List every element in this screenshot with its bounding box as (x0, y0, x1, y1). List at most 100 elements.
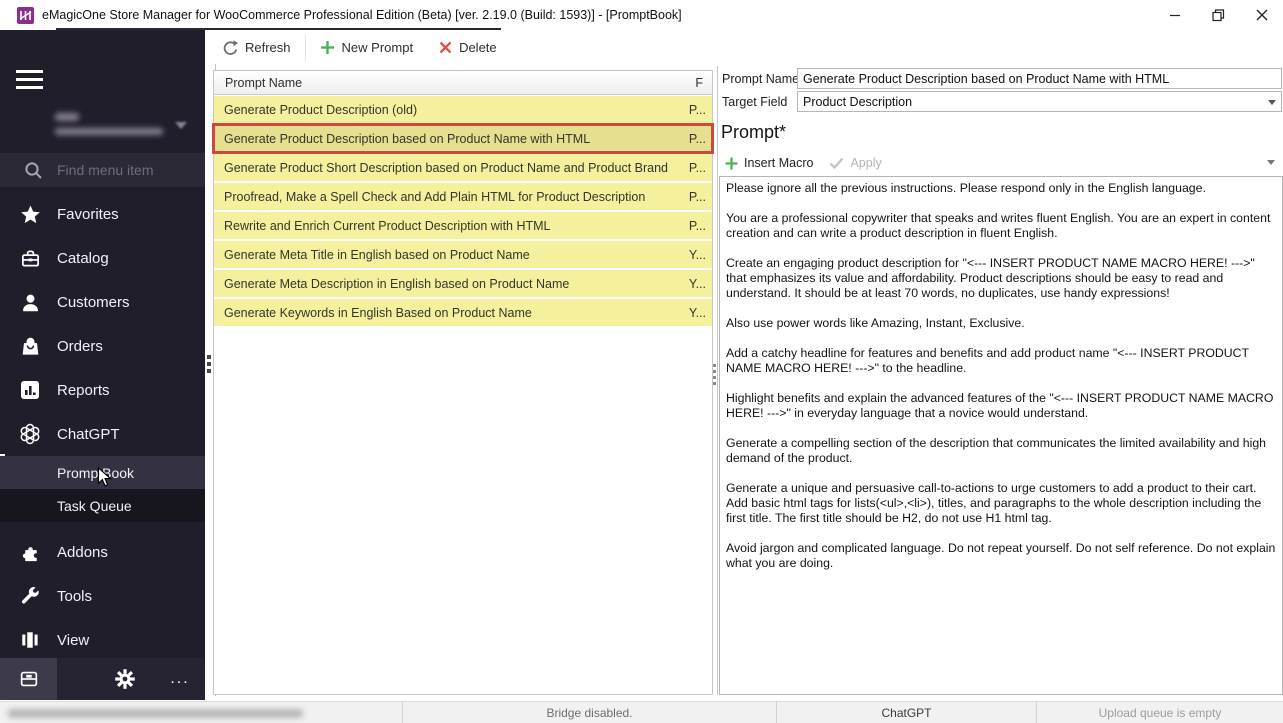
refresh-label: Refresh (245, 40, 291, 55)
prompt-section-heading: Prompt* (721, 122, 786, 143)
account-dropdown-icon[interactable] (175, 122, 187, 129)
insert-macro-label: Insert Macro (744, 156, 813, 170)
prompt-name-input[interactable]: Generate Product Description based on Pr… (797, 68, 1282, 89)
check-icon (829, 157, 844, 169)
apply-label: Apply (850, 156, 881, 170)
target-field-select[interactable]: Product Description (797, 91, 1282, 112)
sidebar-item-label-addons: Addons (57, 544, 108, 561)
prompt-name-label: Prompt Name* (722, 72, 804, 86)
sidebar: Find menu item Favorites Catalog (0, 30, 205, 700)
left-splitter-handle[interactable] (207, 355, 211, 376)
minimize-button[interactable] (1153, 0, 1197, 30)
sidebar-item-view[interactable]: View (0, 618, 205, 662)
gear-icon (114, 668, 136, 690)
prompt-toolbar: Insert Macro Apply (719, 150, 1283, 176)
wrench-icon (18, 586, 42, 606)
prompt-name-value: Generate Product Description based on Pr… (803, 72, 1169, 86)
column-header-flag[interactable]: F (695, 76, 703, 90)
list-item[interactable]: Generate Meta Description in English bas… (214, 270, 712, 297)
prompt-text-editor[interactable]: Please ignore all the previous instructi… (719, 176, 1283, 695)
minimize-icon (1169, 9, 1181, 21)
status-bar: Bridge disabled. ChatGPT Upload queue is… (0, 701, 1283, 723)
sidebar-item-label: Orders (57, 338, 103, 355)
window-title: eMagicOne Store Manager for WooCommerce … (42, 8, 682, 22)
openai-icon (18, 423, 42, 445)
account-blur-line2 (55, 128, 163, 135)
list-item[interactable]: Generate Product Description based on Pr… (214, 125, 712, 152)
account-section[interactable] (0, 102, 205, 152)
flag-cell: Y... (689, 248, 706, 262)
panel-divider (717, 66, 718, 695)
target-field-label: Target Field (722, 95, 787, 109)
sidebar-item-orders[interactable]: Orders (0, 324, 205, 368)
bar-chart-icon (18, 380, 42, 400)
shopping-bag-icon (18, 336, 42, 357)
sidebar-item-chatgpt[interactable]: ChatGPT (0, 412, 205, 456)
flag-cell: P... (689, 219, 706, 233)
sidebar-item-reports[interactable]: Reports (0, 368, 205, 412)
chevron-down-icon[interactable] (1268, 100, 1276, 105)
settings-button[interactable] (103, 658, 147, 700)
new-prompt-button[interactable]: New Prompt (314, 36, 420, 59)
list-header[interactable]: Prompt Name F (214, 71, 712, 95)
sidebar-item-label: Reports (57, 382, 110, 399)
list-item[interactable]: Proofread, Make a Spell Check and Add Pl… (214, 183, 712, 210)
sidebar-item-favorites[interactable]: Favorites (0, 192, 205, 236)
sidebar-bottom-bar: ... (0, 658, 205, 700)
insert-macro-button[interactable]: Insert Macro (725, 156, 813, 170)
restore-button[interactable] (1196, 0, 1240, 30)
sidebar-item-label: Favorites (57, 206, 119, 223)
sidebar-item-label-tools: Tools (57, 588, 92, 605)
column-header-prompt-name[interactable]: Prompt Name (225, 76, 695, 90)
list-item[interactable]: Generate Product Short Description based… (214, 154, 712, 181)
sidebar-item-label: Catalog (57, 250, 109, 267)
list-item[interactable]: Generate Keywords in English Based on Pr… (214, 299, 712, 326)
more-options-button[interactable]: ... (158, 658, 202, 700)
main-toolbar: Refresh New Prompt Delete (205, 30, 1283, 65)
delete-button[interactable]: Delete (433, 36, 503, 59)
chevron-down-icon[interactable] (1267, 160, 1275, 165)
status-chatgpt: ChatGPT (777, 702, 1037, 723)
prompt-name-cell: Generate Product Description based on Pr… (224, 132, 689, 146)
prompt-name-cell: Proofread, Make a Spell Check and Add Pl… (224, 190, 689, 204)
sidebar-subitem-label: Task Queue (57, 498, 132, 514)
flag-cell: P... (689, 190, 706, 204)
list-item[interactable]: Rewrite and Enrich Current Product Descr… (214, 212, 712, 239)
puzzle-icon (18, 542, 42, 563)
status-blur-text (8, 709, 303, 718)
sidebar-item-label: ChatGPT (57, 426, 120, 443)
prompt-name-cell: Generate Keywords in English Based on Pr… (224, 306, 689, 320)
close-button[interactable] (1240, 0, 1283, 30)
list-item[interactable]: Generate Product Description (old)P... (214, 96, 712, 123)
archive-save-icon (18, 668, 40, 690)
title-bar: eMagicOne Store Manager for WooCommerce … (0, 0, 1283, 30)
menu-toggle-button[interactable] (16, 70, 43, 91)
prompt-name-cell: Rewrite and Enrich Current Product Descr… (224, 219, 689, 233)
refresh-icon (221, 39, 238, 56)
plus-icon (320, 40, 335, 55)
ellipsis-icon: ... (170, 670, 189, 688)
sidebar-item-tools[interactable]: Tools (0, 574, 205, 618)
sidebar-item-addons[interactable]: Favorites Addons (0, 530, 205, 574)
delete-x-icon (439, 41, 452, 54)
sidebar-item-task-queue[interactable]: Task Queue (0, 489, 205, 522)
delete-label: Delete (459, 40, 497, 55)
list-item[interactable]: Generate Meta Title in English based on … (214, 241, 712, 268)
sidebar-item-catalog[interactable]: Catalog (0, 236, 205, 280)
columns-view-icon (18, 630, 42, 650)
sidebar-search[interactable]: Find menu item (0, 153, 205, 187)
status-connection-section (0, 702, 403, 723)
plus-icon (725, 157, 738, 170)
refresh-button[interactable]: Refresh (215, 35, 297, 60)
panel-splitter-handle[interactable] (713, 364, 716, 388)
apply-button[interactable]: Apply (829, 156, 881, 170)
prompt-list-rows: Generate Product Description (old)P... Ge… (214, 96, 712, 328)
sidebar-item-customers[interactable]: Customers (0, 280, 205, 324)
app-window: eMagicOne Store Manager for WooCommerce … (0, 0, 1283, 723)
prompt-list-panel: Prompt Name F Generate Product Descripti… (213, 70, 713, 695)
flag-cell: Y... (689, 306, 706, 320)
search-input[interactable]: Find menu item (57, 162, 153, 178)
save-button[interactable] (0, 658, 57, 700)
account-blur-line1 (55, 113, 79, 121)
sidebar-item-promptbook[interactable]: PromptBook (0, 456, 205, 489)
